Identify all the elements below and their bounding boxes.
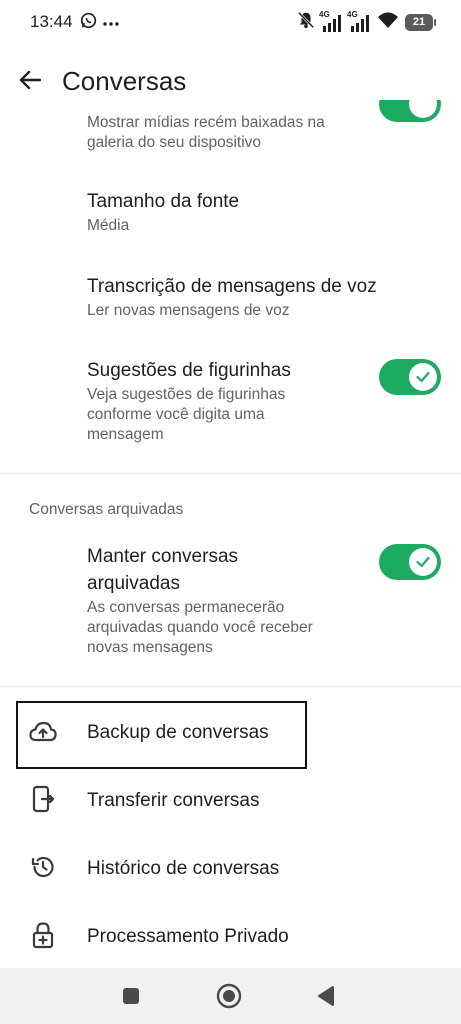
network-tag-2: 4G — [347, 9, 358, 19]
font-size-value: Média — [87, 217, 130, 234]
private-processing-label: Processamento Privado — [87, 926, 289, 947]
battery-icon: 21 — [405, 14, 436, 31]
keep-archived-toggle[interactable] — [379, 544, 441, 580]
bell-muted-icon — [297, 11, 315, 34]
check-icon — [416, 371, 430, 383]
toggle-knob — [409, 100, 437, 118]
font-size-title: Tamanho da fonte — [87, 191, 240, 212]
sticker-suggestions-title: Sugestões de figurinhas — [87, 360, 291, 381]
chat-backup-row[interactable]: Backup de conversas — [0, 702, 461, 768]
voice-transcription-subtitle: Ler novas mensagens de voz — [87, 302, 290, 319]
square-icon — [123, 988, 139, 1004]
transfer-chats-row[interactable]: Transferir conversas — [0, 770, 461, 836]
keep-archived-row[interactable]: Manter conversas arquivadas As conversas… — [0, 536, 461, 666]
media-visibility-toggle[interactable] — [379, 100, 441, 122]
settings-list: Mostrar mídias recém baixadas na galeria… — [0, 100, 461, 968]
chat-backup-label: Backup de conversas — [87, 722, 269, 743]
media-visibility-row[interactable]: Mostrar mídias recém baixadas na galeria… — [0, 100, 461, 160]
sticker-suggestions-subtitle: Veja sugestões de figurinhas conforme vo… — [87, 386, 286, 443]
back-button[interactable] — [14, 64, 46, 96]
font-size-row[interactable]: Tamanho da fonte Média — [0, 180, 461, 246]
history-icon — [28, 852, 58, 882]
status-bar: 13:44 4G 4G 21 — [0, 0, 461, 44]
status-left-icons — [80, 12, 119, 34]
divider — [0, 686, 461, 687]
signal-2-icon: 4G — [347, 10, 371, 32]
voice-transcription-title: Transcrição de mensagens de voz — [87, 276, 377, 297]
sticker-suggestions-row[interactable]: Sugestões de figurinhas Veja sugestões d… — [0, 350, 461, 460]
keep-archived-title: Manter conversas arquivadas — [87, 546, 239, 594]
transfer-chats-label: Transferir conversas — [87, 790, 260, 811]
status-time: 13:44 — [30, 12, 73, 31]
more-dots-icon — [103, 14, 119, 32]
arrow-back-icon — [19, 70, 41, 90]
status-right-icons: 4G 4G 21 — [297, 10, 436, 34]
private-processing-row[interactable]: Processamento Privado — [0, 906, 461, 968]
chat-history-row[interactable]: Histórico de conversas — [0, 838, 461, 904]
home-circle-icon — [216, 983, 242, 1009]
whatsapp-icon — [80, 12, 97, 34]
signal-1-icon: 4G — [319, 10, 343, 32]
toggle-knob — [409, 548, 437, 576]
check-icon — [416, 556, 430, 568]
cloud-upload-icon — [28, 717, 58, 747]
page-title: Conversas — [62, 66, 187, 96]
home-button[interactable] — [215, 982, 243, 1010]
lock-plus-icon — [28, 920, 58, 950]
triangle-back-icon — [318, 986, 334, 1006]
phone-transfer-icon — [28, 784, 58, 814]
sticker-suggestions-toggle[interactable] — [379, 359, 441, 395]
keep-archived-subtitle: As conversas permanecerão arquivadas qua… — [87, 599, 313, 656]
system-nav-bar — [0, 968, 461, 1024]
divider — [0, 473, 461, 474]
media-visibility-subtitle: Mostrar mídias recém baixadas na galeria… — [87, 114, 325, 151]
toggle-knob — [409, 363, 437, 391]
back-nav-button[interactable] — [312, 982, 340, 1010]
network-tag-1: 4G — [319, 9, 330, 19]
recents-button[interactable] — [117, 982, 145, 1010]
archived-section-header: Conversas arquivadas — [29, 501, 184, 518]
chat-history-label: Histórico de conversas — [87, 858, 280, 879]
voice-transcription-row[interactable]: Transcrição de mensagens de voz Ler nova… — [0, 266, 461, 332]
wifi-icon — [377, 11, 399, 34]
